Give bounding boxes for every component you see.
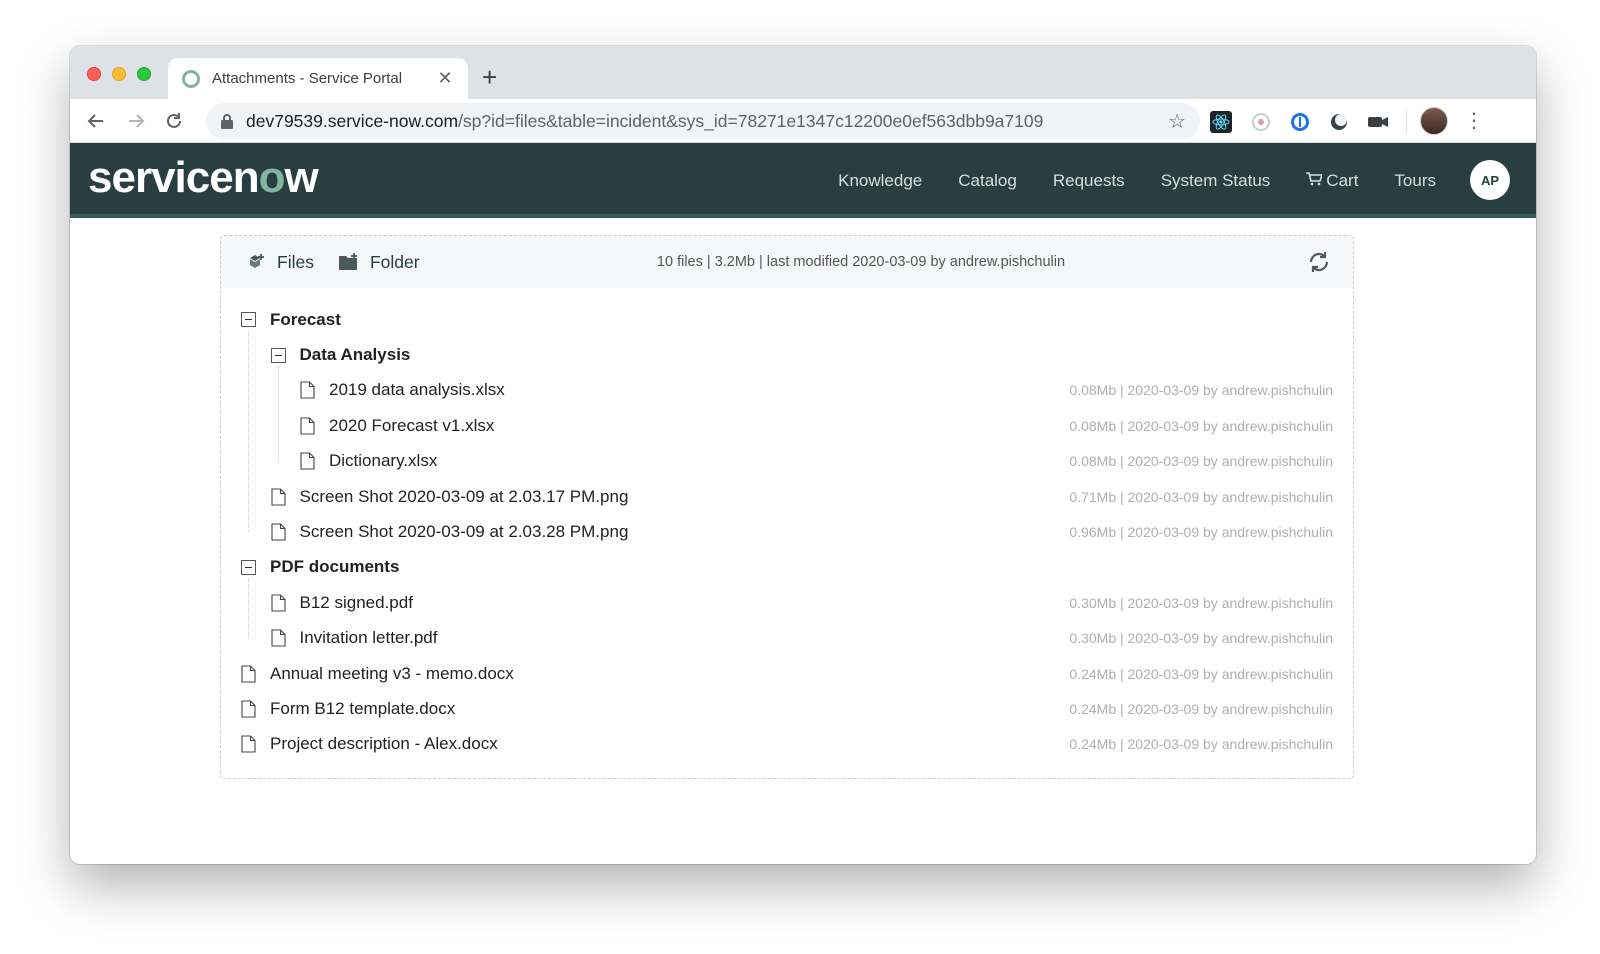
toolbar-separator: [1406, 111, 1407, 133]
file-icon: [241, 665, 256, 683]
address-bar[interactable]: dev79539.service-now.com/sp?id=files&tab…: [206, 103, 1200, 139]
portal-header: servicenow Knowledge Catalog Requests Sy…: [70, 143, 1536, 218]
refresh-icon[interactable]: [1307, 250, 1331, 274]
file-name[interactable]: Invitation letter.pdf: [300, 628, 438, 648]
browser-toolbar: dev79539.service-now.com/sp?id=files&tab…: [70, 99, 1536, 143]
nav-cart[interactable]: Cart: [1306, 171, 1358, 191]
collapse-toggle-icon[interactable]: [270, 347, 286, 363]
nav-catalog[interactable]: Catalog: [958, 171, 1017, 191]
tab-strip: Attachments - Service Portal ✕ +: [70, 46, 1536, 99]
file-meta: 0.08Mb | 2020-03-09 by andrew.pishchulin: [1069, 417, 1333, 434]
minimize-window-button[interactable]: [112, 67, 126, 81]
video-camera-icon[interactable]: [1367, 111, 1389, 133]
nav-knowledge[interactable]: Knowledge: [838, 171, 922, 191]
close-window-button[interactable]: [87, 67, 101, 81]
file-icon: [270, 488, 286, 506]
file-meta: 0.96Mb | 2020-03-09 by andrew.pishchulin: [1069, 524, 1333, 541]
file-name[interactable]: 2020 Forecast v1.xlsx: [329, 416, 494, 436]
file-row[interactable]: Invitation letter.pdf 0.30Mb | 2020-03-09…: [221, 621, 1353, 656]
files-cubes-icon: [250, 254, 264, 268]
file-tree: Forecast Data Analysis 2019 data analysis.…: [221, 288, 1353, 762]
collapse-toggle-icon[interactable]: [241, 312, 256, 328]
zoom-window-button[interactable]: [137, 67, 151, 81]
add-folder-button[interactable]: Folder: [338, 252, 420, 273]
folder-row[interactable]: PDF documents: [221, 550, 1353, 585]
file-icon: [300, 417, 315, 435]
file-row[interactable]: Project description - Alex.docx 0.24Mb | …: [221, 727, 1353, 762]
add-files-button[interactable]: Files: [247, 252, 314, 273]
folder-name[interactable]: PDF documents: [270, 557, 399, 577]
browser-tab[interactable]: Attachments - Service Portal ✕: [168, 58, 468, 99]
tree-guide-line: [277, 366, 279, 462]
reload-icon[interactable]: [158, 105, 190, 137]
file-name[interactable]: Screen Shot 2020-03-09 at 2.03.28 PM.png: [300, 522, 629, 542]
folder-name[interactable]: Data Analysis: [300, 345, 411, 365]
file-row[interactable]: Screen Shot 2020-03-09 at 2.03.17 PM.png…: [221, 479, 1353, 514]
file-icon: [270, 594, 286, 612]
servicenow-favicon-icon: [182, 69, 200, 88]
panel-header: Files Folder 10 files | 3.2Mb | last mod…: [221, 236, 1353, 288]
file-icon: [300, 381, 315, 400]
file-row[interactable]: 2020 Forecast v1.xlsx 0.08Mb | 2020-03-09…: [221, 408, 1353, 443]
react-devtools-icon[interactable]: [1210, 111, 1232, 133]
attachments-panel: Files Folder 10 files | 3.2Mb | last mod…: [220, 235, 1354, 779]
browser-menu-icon[interactable]: ⋮: [1464, 109, 1484, 133]
portal-nav: Knowledge Catalog Requests System Status…: [802, 143, 1436, 218]
lock-icon: [221, 114, 233, 129]
collapse-toggle-icon[interactable]: [241, 559, 256, 575]
file-row[interactable]: Screen Shot 2020-03-09 at 2.03.28 PM.png…: [221, 514, 1353, 549]
file-name[interactable]: Screen Shot 2020-03-09 at 2.03.17 PM.png: [300, 487, 629, 507]
files-label: Files: [277, 251, 314, 272]
file-meta: 0.24Mb | 2020-03-09 by andrew.pishchulin: [1069, 665, 1333, 682]
tree-guide-line: [248, 579, 249, 639]
folder-name[interactable]: Forecast: [270, 310, 341, 330]
url-text: dev79539.service-now.com/sp?id=files&tab…: [246, 110, 1044, 131]
nav-tours[interactable]: Tours: [1394, 171, 1436, 191]
file-meta: 0.71Mb | 2020-03-09 by andrew.pishchulin: [1069, 488, 1333, 505]
password-manager-icon[interactable]: [1289, 111, 1311, 133]
file-icon: [241, 700, 256, 718]
folder-label: Folder: [369, 251, 420, 272]
file-name[interactable]: Form B12 template.docx: [270, 699, 455, 719]
file-meta: 0.08Mb | 2020-03-09 by andrew.pishchulin: [1069, 382, 1333, 399]
folder-plus-icon: [338, 253, 357, 270]
file-row[interactable]: 2019 data analysis.xlsx 0.08Mb | 2020-03-…: [221, 373, 1353, 408]
browser-window: Attachments - Service Portal ✕ + dev7953…: [70, 46, 1536, 864]
file-name[interactable]: Dictionary.xlsx: [329, 451, 437, 471]
file-icon: [270, 629, 286, 647]
file-name[interactable]: Annual meeting v3 - memo.docx: [270, 664, 514, 684]
file-row[interactable]: Annual meeting v3 - memo.docx 0.24Mb | 20…: [221, 656, 1353, 691]
new-tab-icon[interactable]: +: [482, 62, 497, 92]
forward-icon[interactable]: [120, 105, 152, 137]
file-name[interactable]: Project description - Alex.docx: [270, 734, 498, 754]
tree-guide-line: [248, 331, 249, 532]
file-name[interactable]: B12 signed.pdf: [300, 593, 413, 613]
cart-icon: [1306, 171, 1324, 191]
dark-mode-icon[interactable]: [1328, 111, 1350, 133]
folder-row[interactable]: Data Analysis: [221, 337, 1353, 372]
profile-avatar[interactable]: [1420, 107, 1448, 135]
nav-system-status[interactable]: System Status: [1161, 171, 1271, 191]
file-icon: [300, 452, 315, 470]
extension-target-icon[interactable]: [1250, 111, 1272, 133]
file-meta: 0.24Mb | 2020-03-09 by andrew.pishchulin: [1069, 700, 1333, 717]
file-meta: 0.24Mb | 2020-03-09 by andrew.pishchulin: [1069, 736, 1333, 753]
tab-title: Attachments - Service Portal: [212, 70, 403, 87]
servicenow-logo[interactable]: servicenow: [88, 153, 319, 203]
file-meta: 0.30Mb | 2020-03-09 by andrew.pishchulin: [1069, 630, 1333, 647]
nav-requests[interactable]: Requests: [1053, 171, 1125, 191]
tab-close-icon[interactable]: ✕: [436, 68, 454, 89]
file-meta: 0.08Mb | 2020-03-09 by andrew.pishchulin: [1069, 453, 1333, 470]
user-avatar[interactable]: AP: [1470, 160, 1510, 200]
file-row[interactable]: Form B12 template.docx 0.24Mb | 2020-03-0…: [221, 691, 1353, 726]
folder-row[interactable]: Forecast: [221, 302, 1353, 337]
file-meta: 0.30Mb | 2020-03-09 by andrew.pishchulin: [1069, 594, 1333, 611]
file-icon: [270, 523, 286, 541]
file-row[interactable]: B12 signed.pdf 0.30Mb | 2020-03-09 by and…: [221, 585, 1353, 620]
file-icon: [241, 735, 256, 753]
file-row[interactable]: Dictionary.xlsx 0.08Mb | 2020-03-09 by an…: [221, 444, 1353, 479]
bookmark-star-icon[interactable]: ☆: [1168, 109, 1186, 134]
back-icon[interactable]: [80, 105, 112, 137]
file-name[interactable]: 2019 data analysis.xlsx: [329, 380, 505, 400]
